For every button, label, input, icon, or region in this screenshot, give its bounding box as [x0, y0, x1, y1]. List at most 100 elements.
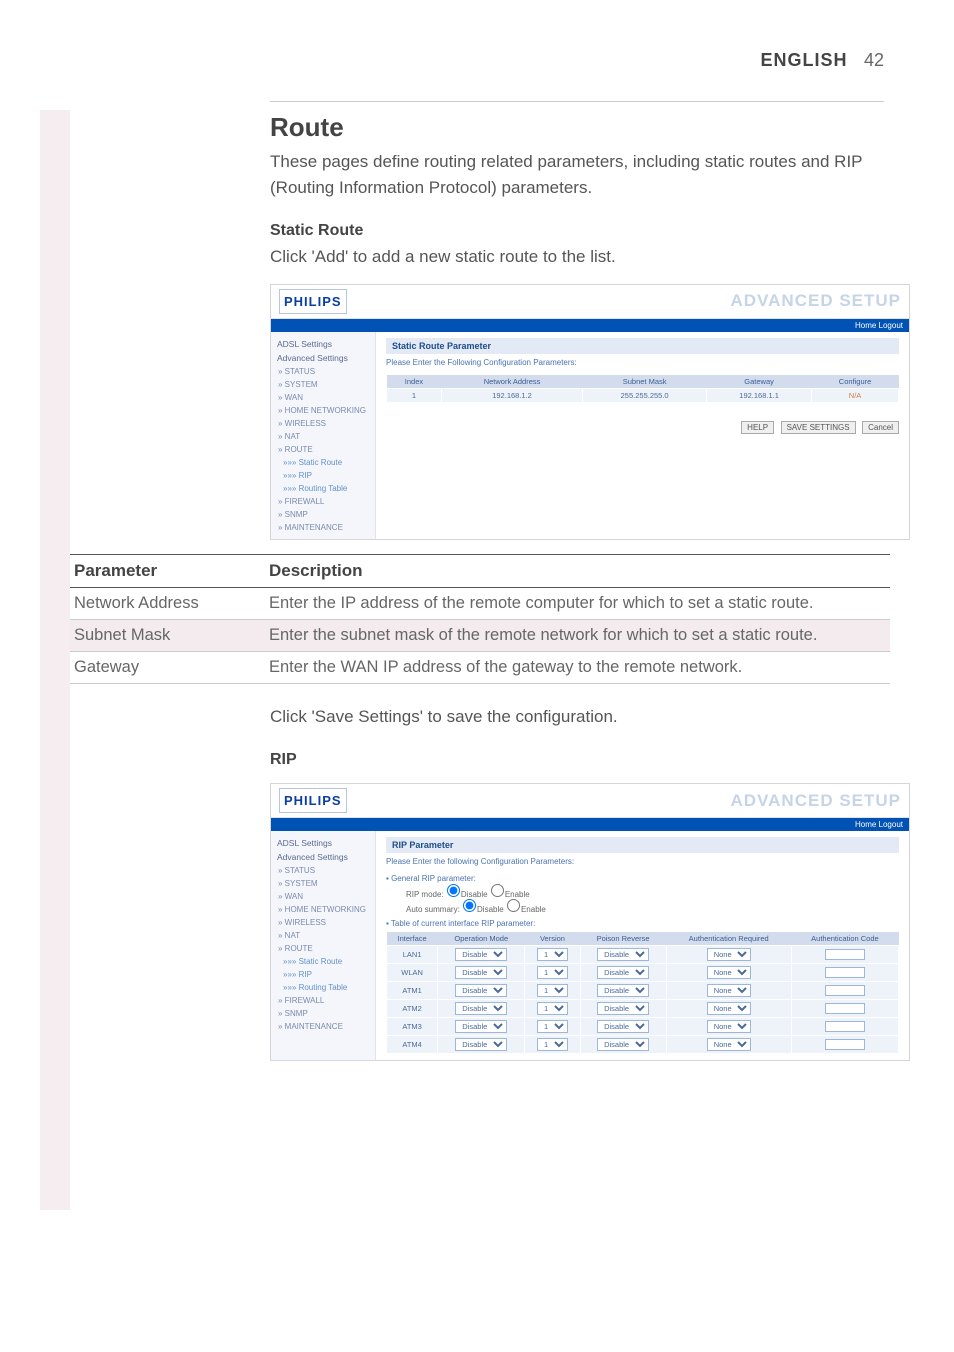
col-configure: Configure — [812, 375, 899, 389]
operation-mode-select[interactable]: Disable — [455, 1038, 507, 1051]
operation-mode-select[interactable]: Disable — [455, 966, 507, 979]
screenshot-sidebar: ADSL Settings Advanced Settings » STATUS… — [271, 831, 376, 1060]
top-links-bar: Home Logout — [271, 319, 909, 332]
table-row: Network Address Enter the IP address of … — [70, 587, 890, 619]
table-row: ATM2 Disable 1 Disable None — [387, 1000, 899, 1018]
rip-mode-line: RIP mode: Disable Enable — [406, 884, 899, 899]
table-row: ATM1 Disable 1 Disable None — [387, 982, 899, 1000]
page-number: 42 — [864, 50, 884, 70]
col-version: Version — [525, 932, 580, 946]
menu-routing-table: »»» Routing Table — [271, 981, 375, 994]
sidebar-adsl-settings: ADSL Settings — [271, 836, 375, 850]
auto-summary-label: Auto summary: — [406, 905, 460, 914]
cell-interface: ATM2 — [387, 1000, 438, 1018]
operation-mode-select[interactable]: Disable — [455, 948, 507, 961]
auth-required-select[interactable]: None — [707, 948, 751, 961]
cancel-button[interactable]: Cancel — [862, 421, 899, 434]
auto-enable-radio[interactable] — [507, 899, 520, 912]
help-button[interactable]: HELP — [741, 421, 774, 434]
auth-required-select[interactable]: None — [707, 966, 751, 979]
cell-interface: ATM4 — [387, 1036, 438, 1054]
screenshot-rip: PHILIPS ADVANCED SETUP Home Logout ADSL … — [270, 783, 910, 1061]
auth-code-input[interactable] — [825, 1003, 865, 1014]
menu-status: » STATUS — [271, 864, 375, 877]
col-parameter: Parameter — [70, 554, 265, 587]
rip-mode-disable-radio[interactable] — [447, 884, 460, 897]
top-links-bar: Home Logout — [271, 818, 909, 831]
auto-summary-line: Auto summary: Disable Enable — [406, 899, 899, 914]
param-desc: Enter the WAN IP address of the gateway … — [265, 651, 890, 683]
version-select[interactable]: 1 — [537, 966, 568, 979]
menu-nat: » NAT — [271, 430, 375, 443]
brand-title: ADVANCED SETUP — [731, 791, 901, 811]
philips-logo: PHILIPS — [279, 788, 347, 813]
poison-reverse-select[interactable]: Disable — [597, 948, 649, 961]
version-select[interactable]: 1 — [537, 948, 568, 961]
auth-code-input[interactable] — [825, 1039, 865, 1050]
rip-mode-enable-radio[interactable] — [491, 884, 504, 897]
operation-mode-select[interactable]: Disable — [455, 1002, 507, 1015]
col-gateway: Gateway — [707, 375, 812, 389]
menu-route: » ROUTE — [271, 942, 375, 955]
screenshot-sidebar: ADSL Settings Advanced Settings » STATUS… — [271, 332, 376, 539]
poison-reverse-select[interactable]: Disable — [597, 1020, 649, 1033]
table-row: Subnet Mask Enter the subnet mask of the… — [70, 619, 890, 651]
sidebar-adsl-settings: ADSL Settings — [271, 337, 375, 351]
brand-title: ADVANCED SETUP — [731, 291, 901, 311]
language-label: ENGLISH — [761, 50, 848, 70]
poison-reverse-select[interactable]: Disable — [597, 966, 649, 979]
menu-system: » SYSTEM — [271, 378, 375, 391]
param-name: Gateway — [70, 651, 265, 683]
auth-code-input[interactable] — [825, 967, 865, 978]
auth-code-input[interactable] — [825, 949, 865, 960]
menu-wireless: » WIRELESS — [271, 417, 375, 430]
table-row: Gateway Enter the WAN IP address of the … — [70, 651, 890, 683]
poison-reverse-select[interactable]: Disable — [597, 1038, 649, 1051]
menu-nat: » NAT — [271, 929, 375, 942]
save-settings-button[interactable]: SAVE SETTINGS — [781, 421, 856, 434]
operation-mode-select[interactable]: Disable — [455, 1020, 507, 1033]
version-select[interactable]: 1 — [537, 1002, 568, 1015]
cell-interface: ATM1 — [387, 982, 438, 1000]
left-decorative-stripe — [40, 110, 70, 1210]
auth-code-input[interactable] — [825, 1021, 865, 1032]
col-interface: Interface — [387, 932, 438, 946]
panel-title: RIP Parameter — [386, 837, 899, 853]
menu-route: » ROUTE — [271, 443, 375, 456]
auth-required-select[interactable]: None — [707, 984, 751, 997]
poison-reverse-select[interactable]: Disable — [597, 1002, 649, 1015]
static-route-heading: Static Route — [270, 222, 884, 240]
enable-label: Enable — [505, 890, 530, 899]
table-heading: Table of current interface RIP parameter… — [386, 919, 899, 928]
col-auth-required: Authentication Required — [666, 932, 791, 946]
col-description: Description — [265, 554, 890, 587]
static-route-intro: Click 'Add' to add a new static route to… — [270, 244, 884, 270]
panel-subtitle: Please Enter the Following Configuration… — [386, 358, 899, 367]
version-select[interactable]: 1 — [537, 984, 568, 997]
sidebar-advanced-settings: Advanced Settings — [271, 351, 375, 365]
poison-reverse-select[interactable]: Disable — [597, 984, 649, 997]
auth-required-select[interactable]: None — [707, 1002, 751, 1015]
auto-disable-radio[interactable] — [463, 899, 476, 912]
operation-mode-select[interactable]: Disable — [455, 984, 507, 997]
sidebar-advanced-settings: Advanced Settings — [271, 850, 375, 864]
rip-interface-table: Interface Operation Mode Version Poison … — [386, 932, 899, 1054]
param-name: Network Address — [70, 587, 265, 619]
panel-subtitle: Please Enter the following Configuration… — [386, 857, 899, 866]
route-heading: Route — [270, 101, 884, 143]
table-row: LAN1 Disable 1 Disable None — [387, 946, 899, 964]
col-network-address: Network Address — [441, 375, 582, 389]
col-operation-mode: Operation Mode — [438, 932, 525, 946]
table-row: WLAN Disable 1 Disable None — [387, 964, 899, 982]
version-select[interactable]: 1 — [537, 1038, 568, 1051]
param-name: Subnet Mask — [70, 619, 265, 651]
menu-firewall: » FIREWALL — [271, 994, 375, 1007]
auth-code-input[interactable] — [825, 985, 865, 996]
disable-label: Disable — [477, 905, 504, 914]
version-select[interactable]: 1 — [537, 1020, 568, 1033]
col-index: Index — [387, 375, 442, 389]
menu-wan: » WAN — [271, 391, 375, 404]
cell-interface: WLAN — [387, 964, 438, 982]
auth-required-select[interactable]: None — [707, 1020, 751, 1033]
auth-required-select[interactable]: None — [707, 1038, 751, 1051]
